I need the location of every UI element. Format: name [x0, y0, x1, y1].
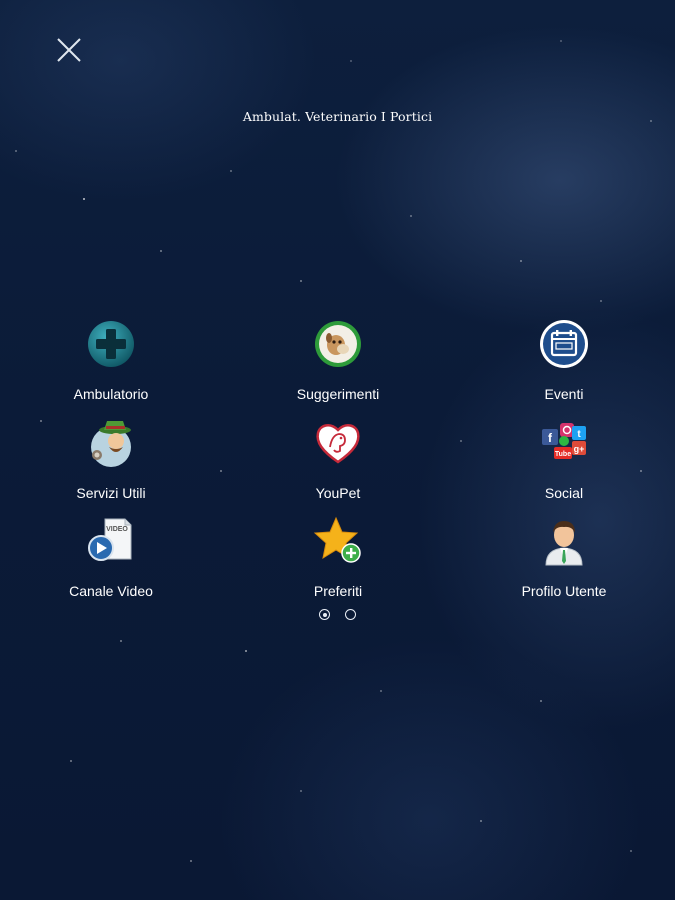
menu-item-suggerimenti[interactable]: Suggerimenti — [253, 318, 423, 402]
menu-item-label: Preferiti — [313, 583, 363, 599]
menu-item-label: Servizi Utili — [76, 485, 146, 501]
page-dot-2[interactable] — [344, 609, 356, 621]
svg-text:Tube: Tube — [555, 451, 571, 458]
menu-item-label: YouPet — [315, 485, 361, 501]
menu-item-label: Canale Video — [69, 583, 153, 599]
close-icon — [57, 38, 81, 62]
heart-pet-icon — [312, 417, 364, 469]
star-add-icon — [312, 515, 364, 567]
menu-item-label: Profilo Utente — [521, 583, 607, 599]
menu-item-social[interactable]: f t Tube g+ Social — [479, 417, 649, 501]
menu-item-label: Social — [544, 485, 584, 501]
menu-item-youpet[interactable]: YouPet — [253, 417, 423, 501]
page-indicator — [0, 606, 675, 624]
menu-item-label: Eventi — [544, 386, 584, 402]
menu-item-canale-video[interactable]: VIDEO Canale Video — [26, 515, 196, 599]
services-hat-icon — [85, 417, 137, 469]
menu-item-servizi-utili[interactable]: Servizi Utili — [26, 417, 196, 501]
svg-text:VIDEO: VIDEO — [106, 526, 128, 533]
menu-item-label: Ambulatorio — [73, 386, 149, 402]
medical-cross-icon — [85, 318, 137, 370]
pet-photo-icon — [312, 318, 364, 370]
menu-item-profilo-utente[interactable]: Profilo Utente — [479, 515, 649, 599]
video-icon: VIDEO — [85, 515, 137, 567]
menu-item-ambulatorio[interactable]: Ambulatorio — [26, 318, 196, 402]
social-networks-icon: f t Tube g+ — [538, 417, 590, 469]
page-dot-1[interactable] — [319, 609, 331, 621]
menu-item-label: Suggerimenti — [296, 386, 380, 402]
page-title: Ambulat. Veterinario I Portici — [242, 109, 433, 124]
user-profile-icon — [538, 515, 590, 567]
menu-item-preferiti[interactable]: Preferiti — [253, 515, 423, 599]
menu-item-eventi[interactable]: Eventi — [479, 318, 649, 402]
calendar-icon — [538, 318, 590, 370]
svg-text:g+: g+ — [574, 444, 585, 454]
close-button[interactable] — [55, 36, 83, 64]
